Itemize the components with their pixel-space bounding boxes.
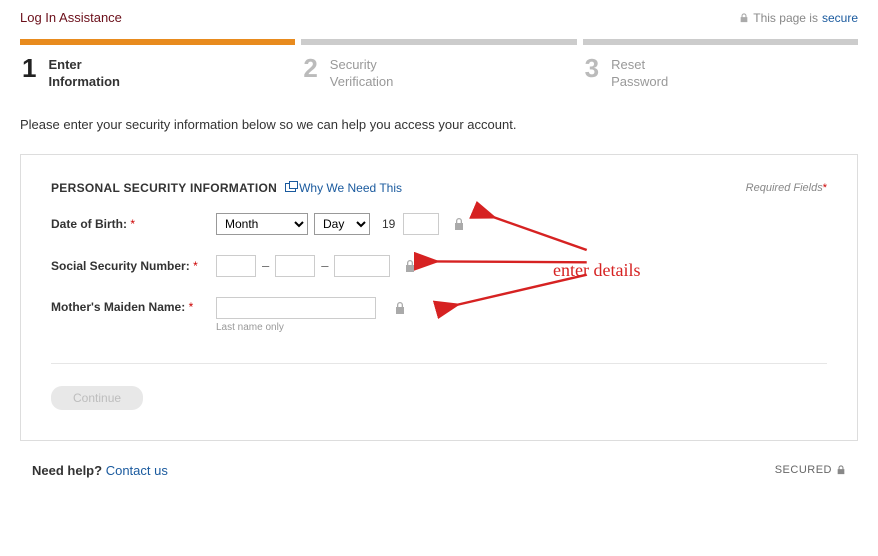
why-link-text: Why We Need This [299,181,402,195]
dob-year-prefix: 19 [382,217,395,231]
need-help-label: Need help? [32,463,102,478]
step-3-line2: Password [611,74,668,91]
step-2-number: 2 [303,55,317,81]
step-3: 3 Reset Password [583,39,858,91]
dob-label: Date of Birth: [51,217,127,231]
security-panel: PERSONAL SECURITY INFORMATION Why We Nee… [20,154,858,441]
ssn-row: Social Security Number: * – – [51,255,827,277]
dob-day-select[interactable]: Day [314,213,370,235]
step-1: 1 Enter Information [20,39,295,91]
step-3-line1: Reset [611,57,668,74]
dob-row: Date of Birth: * Month Day 19 [51,213,827,235]
panel-title: PERSONAL SECURITY INFORMATION [51,181,277,195]
step-1-line2: Information [48,74,120,91]
contact-us-link[interactable]: Contact us [106,463,168,478]
secure-prefix: This page is [753,11,818,25]
lock-icon [836,465,846,475]
lock-icon [394,301,406,315]
ssn-label: Social Security Number: [51,259,190,273]
popup-icon [285,183,296,192]
lock-icon [404,259,416,273]
intro-text: Please enter your security information b… [20,117,858,132]
why-we-need-this-link[interactable]: Why We Need This [285,181,402,195]
step-2-line1: Security [330,57,394,74]
maiden-helper-text: Last name only [216,322,406,333]
annotation-text: enter details [553,260,640,281]
step-2: 2 Security Verification [301,39,576,91]
required-asterisk: * [189,300,194,314]
lock-icon [739,13,749,23]
secured-tag: SECURED [775,464,846,476]
ssn-dash: – [321,258,328,273]
maiden-label: Mother's Maiden Name: [51,300,185,314]
step-1-line1: Enter [48,57,120,74]
dob-year-input[interactable] [403,213,439,235]
required-asterisk: * [130,217,135,231]
step-3-number: 3 [585,55,599,81]
lock-icon [453,217,465,231]
required-asterisk: * [193,259,198,273]
secure-link[interactable]: secure [822,11,858,25]
required-fields-note: Required Fields* [746,182,827,194]
secure-note: This page is secure [739,11,858,25]
page-title: Log In Assistance [20,10,122,25]
ssn-part-3-input[interactable] [334,255,390,277]
ssn-part-2-input[interactable] [275,255,315,277]
maiden-name-input[interactable] [216,297,376,319]
ssn-dash: – [262,258,269,273]
maiden-row: Mother's Maiden Name: * Last name only [51,297,827,333]
continue-button[interactable]: Continue [51,386,143,410]
ssn-part-1-input[interactable] [216,255,256,277]
step-2-line2: Verification [330,74,394,91]
divider [51,363,827,364]
step-1-number: 1 [22,55,36,81]
progress-steps: 1 Enter Information 2 Security Verificat… [20,39,858,91]
dob-month-select[interactable]: Month [216,213,308,235]
